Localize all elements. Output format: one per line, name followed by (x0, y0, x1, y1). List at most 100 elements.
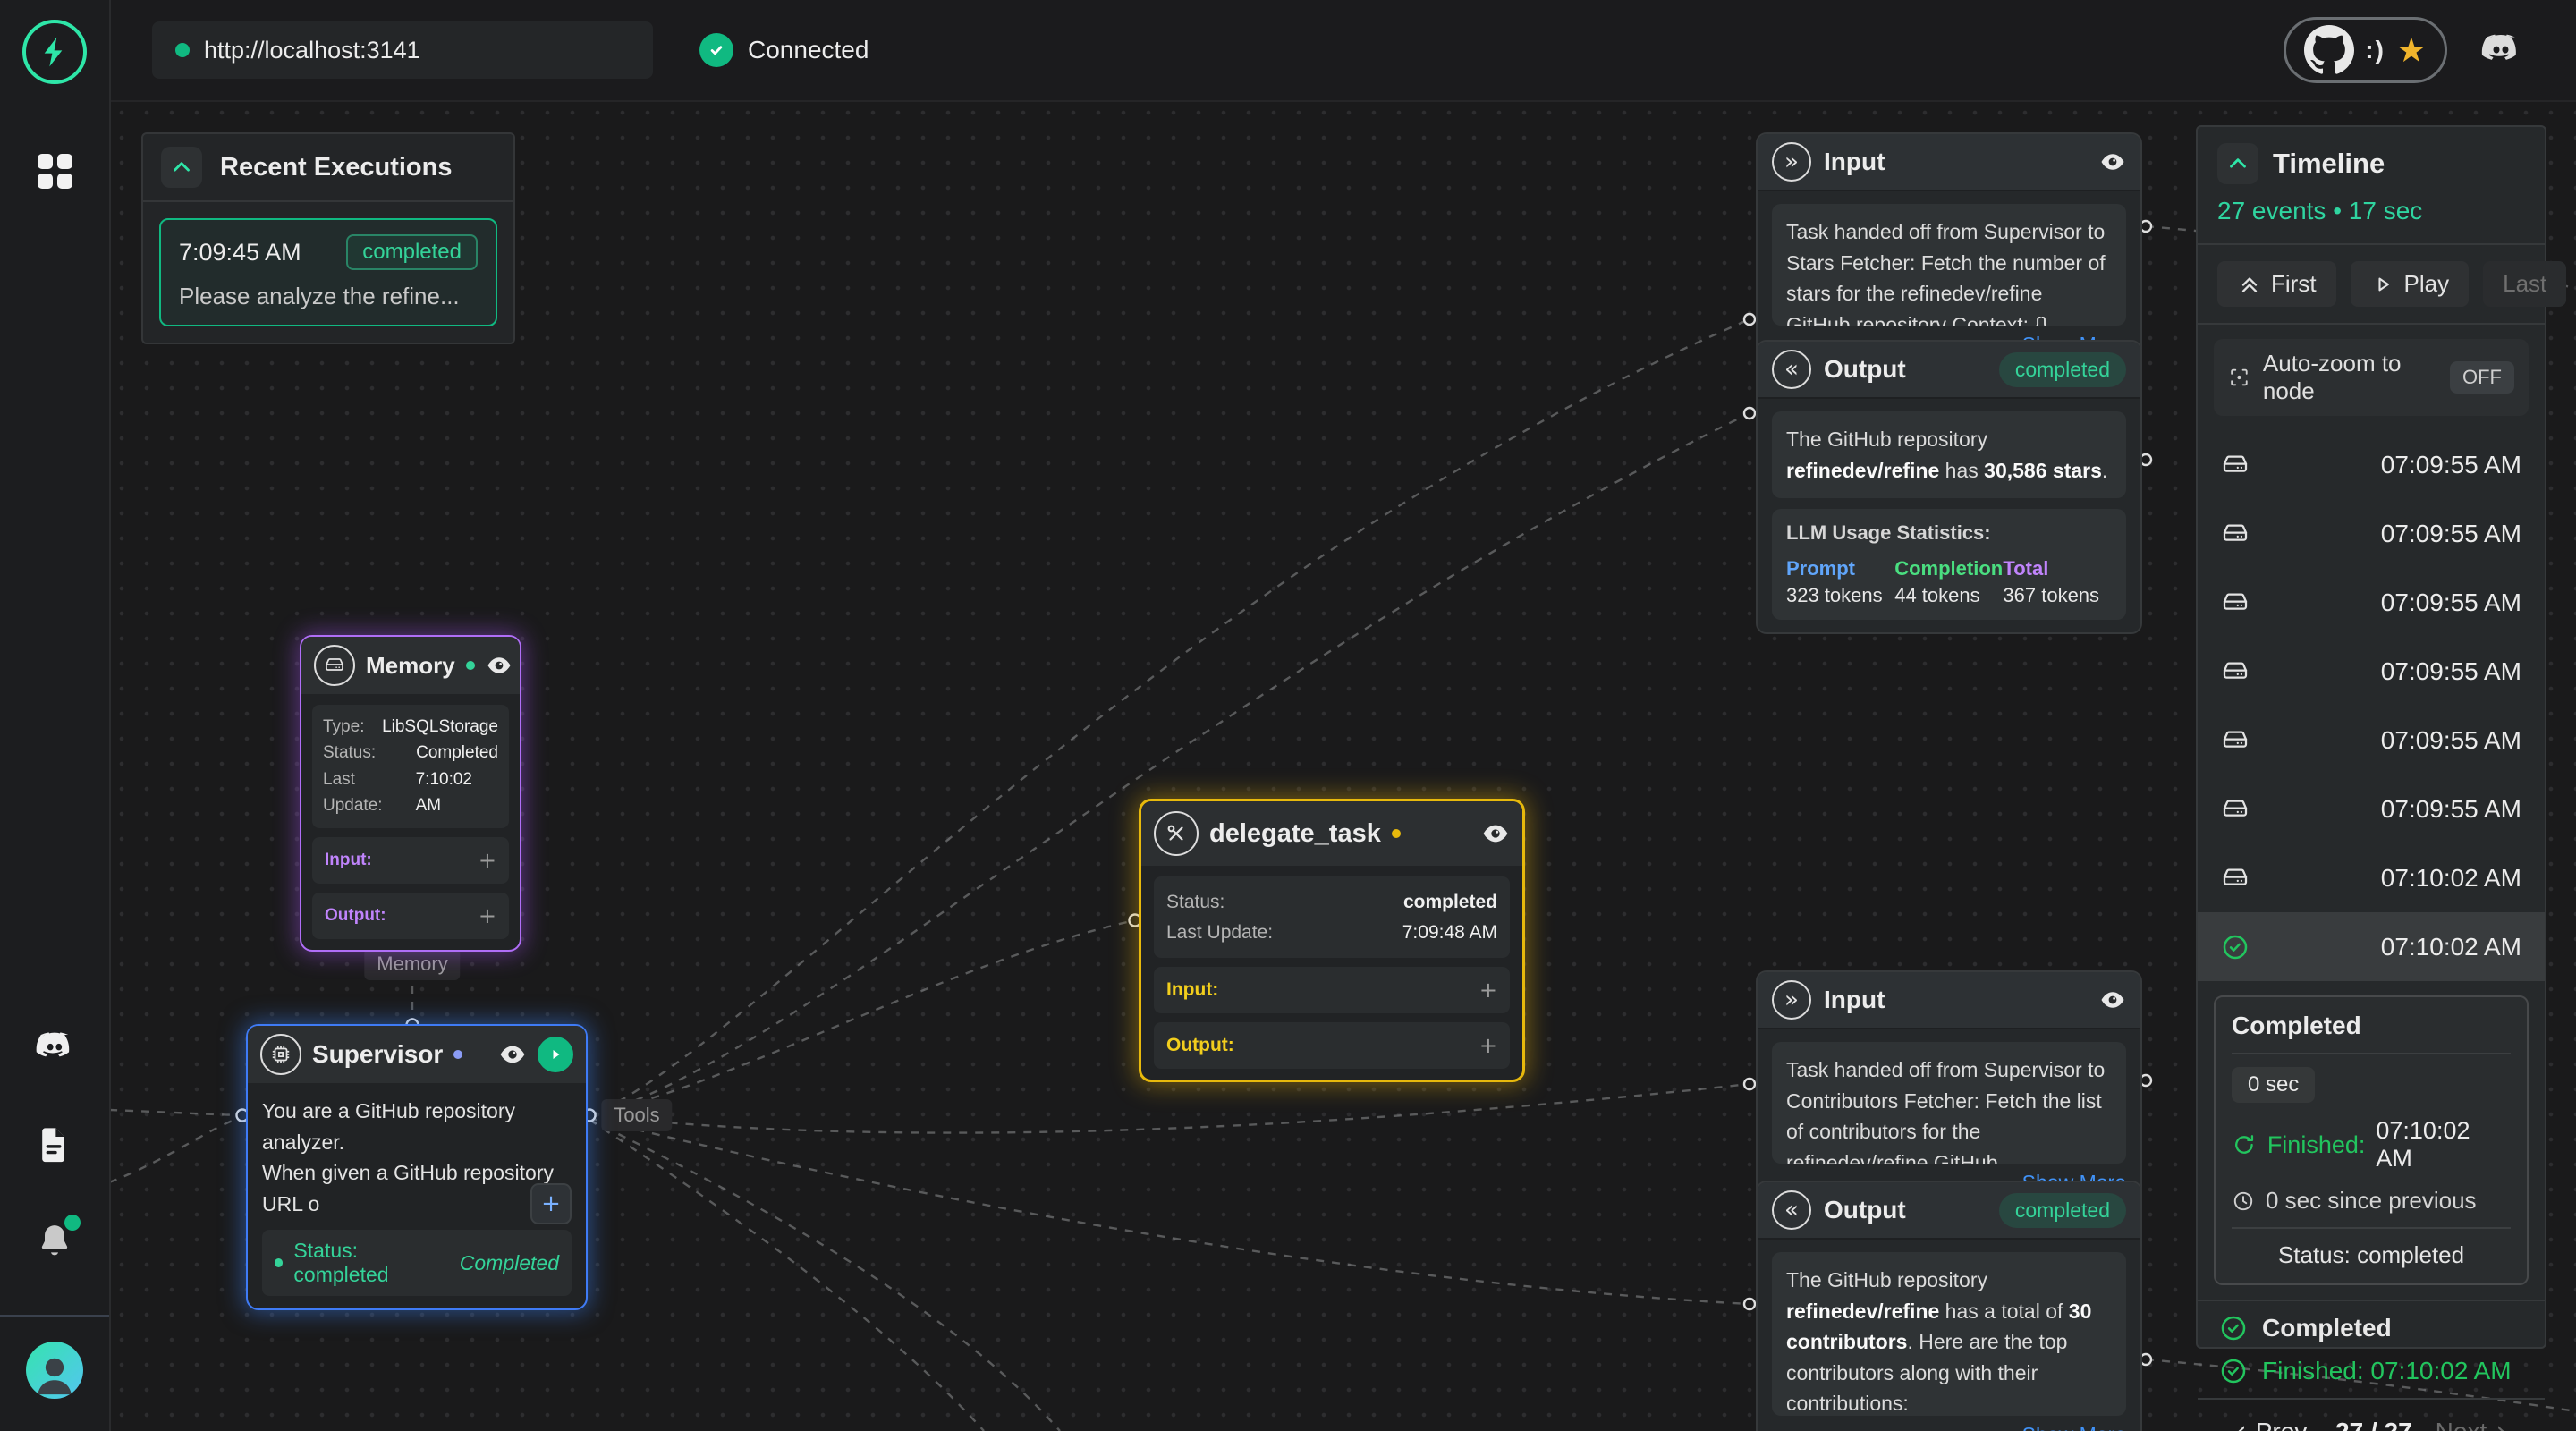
next-button[interactable]: Next› (2436, 1416, 2507, 1431)
apps-grid-icon[interactable] (38, 154, 72, 189)
input-text: Task handed off from Supervisor to Contr… (1772, 1042, 2126, 1164)
prompt-label: Prompt (1786, 557, 1894, 580)
recent-executions-panel: Recent Executions 7:09:45 AM completed P… (141, 132, 515, 344)
timeline-collapse-button[interactable] (2217, 143, 2258, 184)
drive-icon (2221, 657, 2250, 686)
delegate-task-title: delegate_task (1209, 819, 1381, 849)
memory-active-dot (466, 661, 475, 670)
double-chevron-up-icon (2237, 272, 2262, 297)
flow-canvas[interactable]: Memory Tools Recent Executions 7:09:45 A… (109, 100, 2576, 1431)
auto-zoom-label: Auto-zoom to node (2263, 350, 2437, 405)
recent-executions-collapse-button[interactable] (161, 147, 202, 188)
sidebar-discord-button[interactable] (32, 1025, 77, 1070)
output-panel-title: Output (1824, 355, 1906, 384)
sidebar-divider (0, 1315, 109, 1317)
stars-output-panel[interactable]: « Output completed The GitHub repository… (1756, 340, 2142, 634)
output-panel-title: Output (1824, 1196, 1906, 1224)
supervisor-node[interactable]: Supervisor You are a GitHub repository a… (246, 1024, 588, 1310)
memory-type-value: LibSQLStorage (382, 714, 498, 740)
timeline-event-row[interactable]: 07:10:02 AM (2198, 843, 2545, 912)
eye-icon[interactable] (486, 652, 513, 679)
timeline-event-row[interactable]: 07:09:55 AM (2198, 430, 2545, 499)
sidebar-notifications-button[interactable] (32, 1218, 77, 1263)
output-message: The GitHub repository refinedev/refine h… (1772, 1252, 2126, 1416)
expand-plus-icon: + (1479, 1033, 1497, 1058)
timeline-play-button[interactable]: Play (2351, 261, 2470, 307)
memory-input-expander[interactable]: Input: + (312, 837, 509, 884)
memory-type-label: Type: (323, 714, 364, 740)
star-icon: ★ (2396, 33, 2427, 67)
server-url-field[interactable]: http://localhost:3141 (152, 21, 653, 79)
show-more-link[interactable]: Show More (1772, 1423, 2126, 1431)
timeline-event-row[interactable]: 07:09:55 AM (2198, 775, 2545, 843)
discord-icon (2478, 27, 2524, 73)
timeline-first-button[interactable]: First (2217, 261, 2336, 307)
timeline-event-list: 07:09:55 AM 07:09:55 AM 07:09:55 AM 07:0… (2198, 430, 2545, 981)
github-star-button[interactable]: :) ★ (2284, 17, 2447, 83)
delegate-output-expander[interactable]: Output: + (1154, 1022, 1510, 1069)
supervisor-description-line1: You are a GitHub repository analyzer. (262, 1096, 566, 1157)
timeline-title: Timeline (2273, 148, 2385, 180)
topbar-discord-button[interactable] (2478, 27, 2524, 73)
eye-icon[interactable] (2099, 148, 2126, 175)
run-agent-button[interactable] (538, 1037, 573, 1072)
timeline-event-row-selected[interactable]: 07:10:02 AM (2198, 912, 2545, 981)
drive-icon (2221, 864, 2250, 893)
memory-output-expander[interactable]: Output: + (312, 893, 509, 939)
check-circle-icon (2221, 933, 2250, 961)
drive-icon (314, 645, 355, 686)
timeline-pager: ‹Prev. 27 / 27 Next› (2198, 1398, 2545, 1431)
sidebar-docs-button[interactable] (32, 1122, 77, 1166)
contributors-input-panel[interactable]: » Input Task handed off from Supervisor … (1756, 970, 2142, 1209)
lightning-bolt-icon (37, 34, 72, 70)
delegate-input-expander[interactable]: Input: + (1154, 967, 1510, 1013)
input-panel-title: Input (1824, 148, 1885, 176)
memory-node-title: Memory (366, 652, 455, 680)
delegate-task-node[interactable]: delegate_task Status:completed Last Upda… (1139, 799, 1525, 1082)
user-avatar[interactable] (26, 1342, 83, 1399)
output-status-badge: completed (1999, 1193, 2126, 1228)
execution-time: 7:09:45 AM (179, 239, 301, 267)
timeline-panel: Timeline 27 events • 17 sec First Play L… (2196, 125, 2546, 1349)
memory-node[interactable]: Memory Type:LibSQLStorage Status:Complet… (300, 635, 521, 952)
drive-icon (2221, 520, 2250, 548)
timeline-event-row[interactable]: 07:09:55 AM (2198, 499, 2545, 568)
chevron-left-icon: ‹ (2236, 1416, 2247, 1431)
left-sidebar (0, 0, 111, 1431)
eye-icon[interactable] (498, 1040, 527, 1069)
prev-button[interactable]: ‹Prev. (2236, 1416, 2312, 1431)
auto-zoom-toggle[interactable]: Auto-zoom to node OFF (2214, 339, 2529, 416)
input-chevrons-icon: » (1772, 980, 1811, 1020)
auto-zoom-state: OFF (2450, 361, 2514, 394)
output-chevrons-icon: « (1772, 350, 1811, 389)
timeline-last-button[interactable]: Last (2483, 261, 2566, 307)
timeline-event-row[interactable]: 07:09:55 AM (2198, 568, 2545, 637)
app-logo[interactable] (22, 20, 87, 84)
status-dot (275, 1258, 283, 1267)
play-icon (545, 1044, 566, 1065)
prompt-tokens: 323 tokens (1786, 584, 1894, 607)
expand-description-button[interactable]: + (530, 1183, 572, 1224)
expand-plus-icon: + (479, 848, 496, 873)
event-detail-title: Completed (2232, 1012, 2511, 1040)
contributors-output-panel[interactable]: « Output completed The GitHub repository… (1756, 1181, 2142, 1431)
expand-plus-icon: + (1479, 978, 1497, 1003)
drive-icon (2221, 795, 2250, 824)
eye-icon[interactable] (1481, 819, 1510, 848)
output-status-badge: completed (1999, 352, 2126, 387)
timeline-event-row[interactable]: 07:09:55 AM (2198, 706, 2545, 775)
person-icon (29, 1347, 80, 1399)
page-indicator: 27 / 27 (2335, 1418, 2412, 1431)
memory-update-label: Last Update: (323, 766, 416, 819)
drive-icon (2221, 588, 2250, 617)
execution-list-item[interactable]: 7:09:45 AM completed Please analyze the … (159, 218, 497, 326)
eye-icon[interactable] (2099, 986, 2126, 1013)
connection-status-label: Connected (748, 36, 869, 64)
connected-check-icon (699, 33, 733, 67)
stars-input-panel[interactable]: » Input Task handed off from Supervisor … (1756, 132, 2142, 371)
refresh-icon (2232, 1132, 2257, 1157)
execution-status-badge: completed (346, 234, 478, 270)
finished-time: 07:10:02 AM (2376, 1117, 2511, 1173)
timeline-event-row[interactable]: 07:09:55 AM (2198, 637, 2545, 706)
timeline-summary: 27 events • 17 sec (2217, 197, 2525, 225)
